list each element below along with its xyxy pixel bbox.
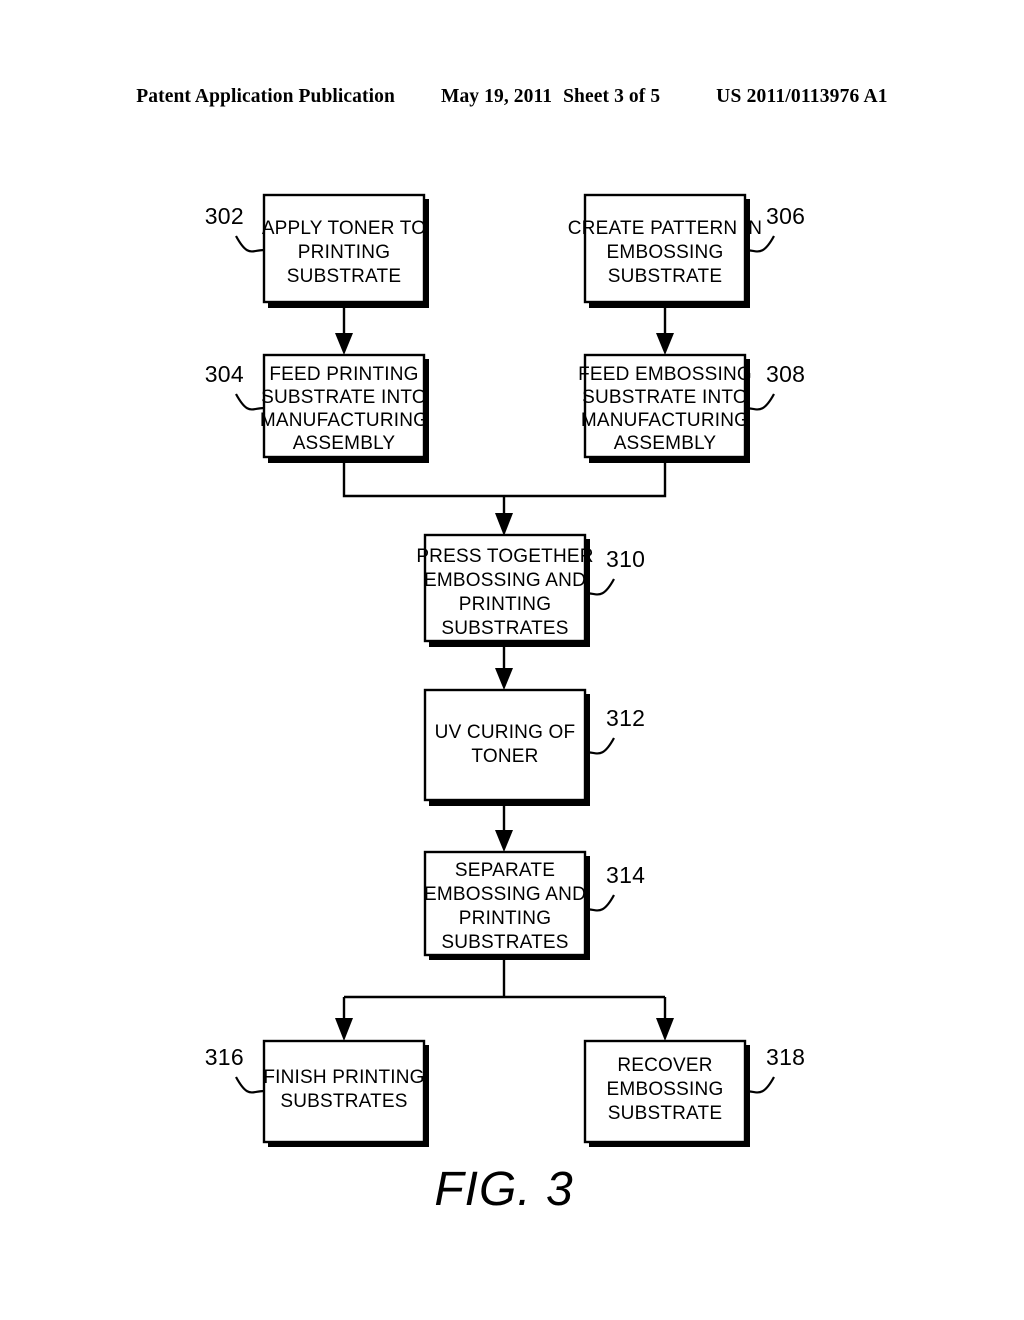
reference-number-308: 308 [766, 361, 805, 387]
connector-306-to-308 [656, 302, 674, 355]
reference-number-304: 304 [205, 361, 244, 387]
reference-number-302: 302 [205, 203, 244, 229]
connector-merge-to-310 [342, 457, 667, 536]
flow-node-302-line-0: APPLY TONER TO [262, 218, 426, 239]
flow-node-310-line-1: EMBOSSING AND [424, 570, 586, 591]
flow-node-302[interactable]: APPLY TONER TO PRINTING SUBSTRATE [262, 193, 429, 308]
flow-node-310-line-2: PRINTING [459, 594, 551, 615]
flow-node-308-line-1: SUBSTRATE INTO [582, 387, 748, 408]
flow-node-310-line-0: PRESS TOGETHER [416, 546, 593, 567]
connector-310-to-312 [495, 641, 513, 690]
flow-node-308-line-0: FEED EMBOSSING [578, 364, 752, 385]
reference-callout-312: 312 [584, 705, 645, 755]
flow-node-302-line-1: PRINTING [298, 242, 390, 263]
reference-callout-302: 302 [205, 203, 265, 253]
reference-callout-308: 308 [744, 361, 805, 411]
flow-node-318-line-2: SUBSTRATE [608, 1103, 722, 1124]
flow-node-308[interactable]: FEED EMBOSSING SUBSTRATE INTO MANUFACTUR… [578, 353, 752, 463]
flow-node-304-line-2: MANUFACTURING [260, 410, 428, 431]
reference-number-310: 310 [606, 546, 645, 572]
flow-node-316-line-0: FINISH PRINTING [263, 1067, 424, 1088]
reference-number-318: 318 [766, 1044, 805, 1070]
flow-node-306-line-0: CREATE PATTERN IN [568, 218, 762, 239]
flow-node-318-line-0: RECOVER [617, 1055, 712, 1076]
flow-node-312-line-0: UV CURING OF [435, 722, 576, 743]
flow-node-314-line-3: SUBSTRATES [441, 932, 568, 953]
flow-node-312[interactable]: UV CURING OF TONER [423, 688, 590, 806]
flow-node-304-line-0: FEED PRINTING [269, 364, 418, 385]
flow-node-308-line-2: MANUFACTURING [581, 410, 749, 431]
reference-number-306: 306 [766, 203, 805, 229]
flow-node-306[interactable]: CREATE PATTERN IN EMBOSSING SUBSTRATE [568, 193, 762, 308]
flow-node-312-line-1: TONER [471, 746, 538, 767]
reference-number-316: 316 [205, 1044, 244, 1070]
flow-node-310[interactable]: PRESS TOGETHER EMBOSSING AND PRINTING SU… [416, 533, 593, 647]
flow-node-304[interactable]: FEED PRINTING SUBSTRATE INTO MANUFACTURI… [260, 353, 429, 463]
flow-node-318-line-1: EMBOSSING [607, 1079, 724, 1100]
flow-node-314-line-1: EMBOSSING AND [424, 884, 586, 905]
connector-312-to-314 [495, 800, 513, 852]
flow-node-304-line-3: ASSEMBLY [293, 433, 396, 454]
flow-node-306-line-2: SUBSTRATE [608, 266, 722, 287]
reference-callout-316: 316 [205, 1044, 265, 1094]
flow-node-314-line-0: SEPARATE [455, 860, 555, 881]
flow-node-308-line-3: ASSEMBLY [614, 433, 717, 454]
flow-node-314[interactable]: SEPARATE EMBOSSING AND PRINTING SUBSTRAT… [423, 850, 590, 960]
figure-caption: FIG. 3 [434, 1163, 573, 1216]
flow-node-318[interactable]: RECOVER EMBOSSING SUBSTRATE [583, 1039, 750, 1147]
flow-node-316-line-1: SUBSTRATES [280, 1091, 407, 1112]
flow-node-304-line-1: SUBSTRATE INTO [261, 387, 427, 408]
connector-302-to-304 [335, 302, 353, 355]
flow-node-316[interactable]: FINISH PRINTING SUBSTRATES [262, 1039, 429, 1147]
figure-3-flowchart: APPLY TONER TO PRINTING SUBSTRATE 302 CR… [205, 193, 805, 1216]
flow-node-310-line-3: SUBSTRATES [441, 618, 568, 639]
reference-callout-314: 314 [584, 862, 645, 912]
flow-node-314-line-2: PRINTING [459, 908, 551, 929]
reference-number-312: 312 [606, 705, 645, 731]
flow-node-302-line-2: SUBSTRATE [287, 266, 401, 287]
connector-split-from-314 [335, 954, 674, 1041]
flow-node-306-line-1: EMBOSSING [607, 242, 724, 263]
reference-number-314: 314 [606, 862, 645, 888]
reference-callout-304: 304 [205, 361, 265, 411]
reference-callout-318: 318 [744, 1044, 805, 1094]
reference-callout-310: 310 [584, 546, 645, 596]
